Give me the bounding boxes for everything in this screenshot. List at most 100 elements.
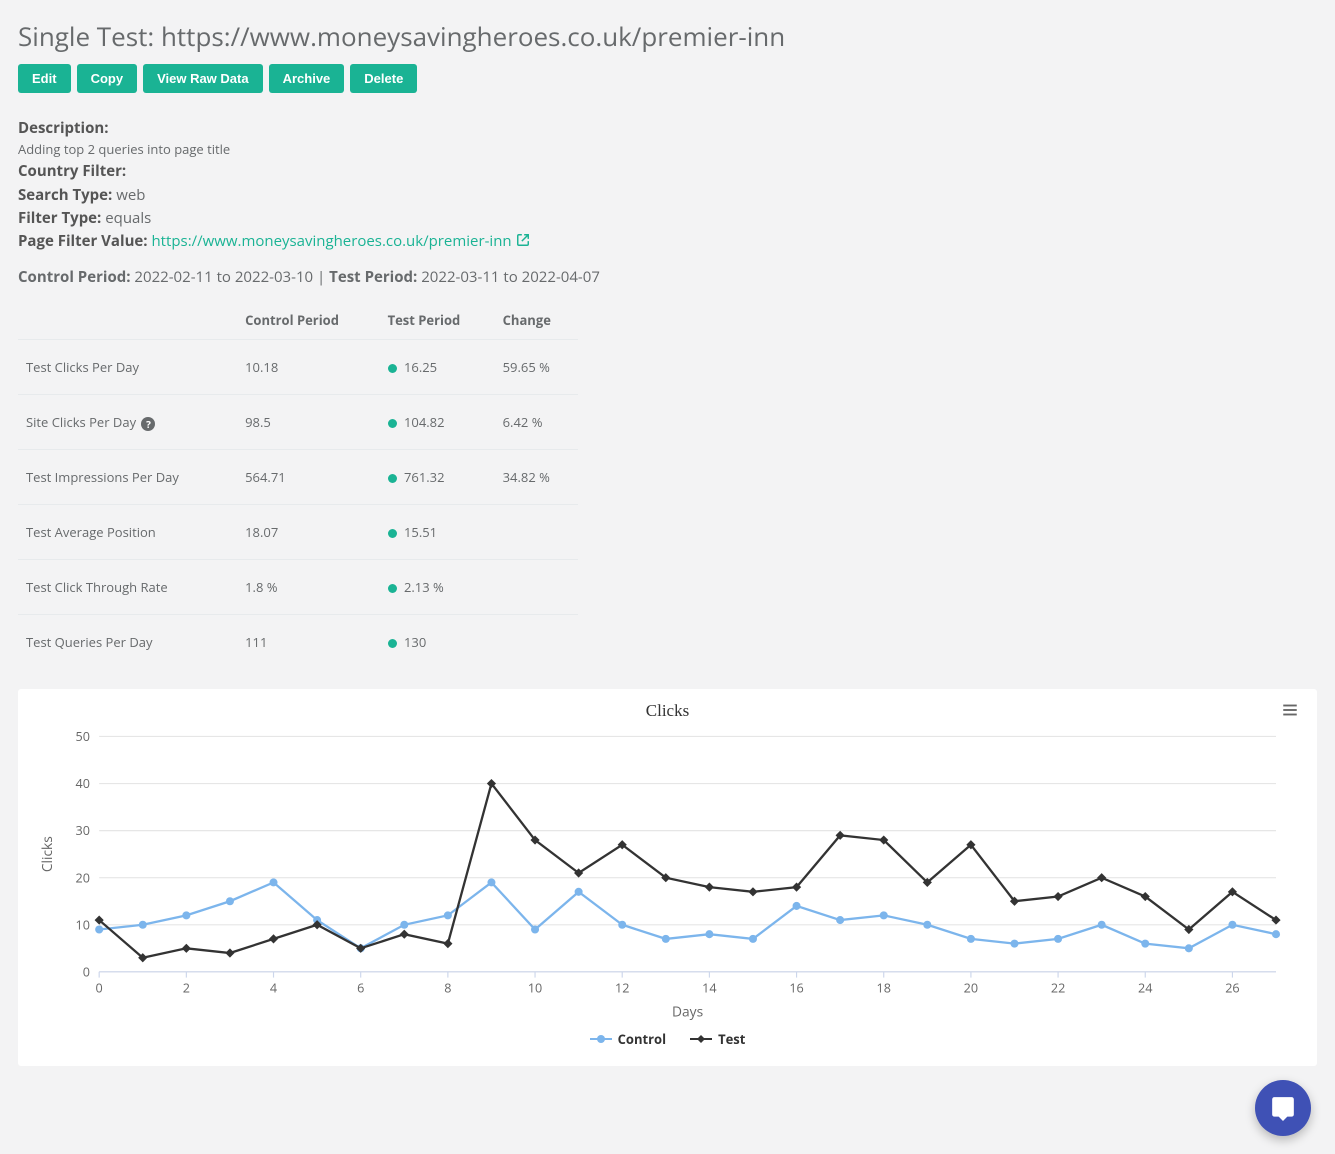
control-period-label: Control Period: <box>18 267 131 287</box>
status-dot-icon <box>388 419 397 428</box>
delete-button[interactable]: Delete <box>350 64 417 93</box>
svg-text:30: 30 <box>76 822 90 839</box>
svg-text:10: 10 <box>528 980 542 997</box>
metric-name: Test Average Position <box>18 505 237 560</box>
filter-type-value: equals <box>105 208 151 228</box>
archive-button[interactable]: Archive <box>269 64 345 93</box>
table-row: Site Clicks Per Day ?98.5 104.826.42 % <box>18 395 578 450</box>
metric-change-value <box>495 615 578 670</box>
metric-change-value: 6.42 % <box>495 395 578 450</box>
clicks-chart[interactable]: 0102030405002468101214161820222426DaysCl… <box>36 725 1299 1024</box>
metric-name: Test Clicks Per Day <box>18 340 237 395</box>
svg-text:20: 20 <box>964 980 978 997</box>
chart-menu-button[interactable] <box>1281 701 1299 723</box>
svg-text:18: 18 <box>877 980 891 997</box>
period-line: Control Period: 2022-02-11 to 2022-03-10… <box>18 267 1317 287</box>
metric-test-value: 15.51 <box>380 505 495 560</box>
metric-control-value: 98.5 <box>237 395 379 450</box>
legend-label-test: Test <box>718 1030 745 1048</box>
status-dot-icon <box>388 364 397 373</box>
country-filter-label: Country Filter: <box>18 161 126 181</box>
svg-text:2: 2 <box>183 980 190 997</box>
metric-control-value: 18.07 <box>237 505 379 560</box>
metrics-table: Control Period Test Period Change Test C… <box>18 301 578 669</box>
svg-text:Days: Days <box>672 1003 703 1022</box>
svg-text:20: 20 <box>76 870 90 887</box>
metric-control-value: 1.8 % <box>237 560 379 615</box>
page-filter-label: Page Filter Value: <box>18 231 148 251</box>
svg-text:8: 8 <box>444 980 451 997</box>
legend-test[interactable]: Test <box>690 1030 745 1048</box>
legend-label-control: Control <box>618 1030 666 1048</box>
metric-name: Test Click Through Rate <box>18 560 237 615</box>
search-type-value: web <box>116 185 145 205</box>
meta-block: Description: Adding top 2 queries into p… <box>18 117 1317 253</box>
chart-title: Clicks <box>36 701 1299 721</box>
metric-change-value: 34.82 % <box>495 450 578 505</box>
table-row: Test Queries Per Day111 130 <box>18 615 578 670</box>
svg-text:12: 12 <box>615 980 629 997</box>
control-period-value: 2022-02-11 to 2022-03-10 <box>134 267 313 287</box>
filter-type-label: Filter Type: <box>18 208 101 228</box>
metric-test-value: 16.25 <box>380 340 495 395</box>
metric-name: Test Queries Per Day <box>18 615 237 670</box>
table-row: Test Click Through Rate1.8 % 2.13 % <box>18 560 578 615</box>
chat-help-button[interactable] <box>1255 1080 1311 1136</box>
svg-text:16: 16 <box>789 980 803 997</box>
table-row: Test Impressions Per Day564.71 761.3234.… <box>18 450 578 505</box>
hamburger-icon <box>1281 701 1299 719</box>
svg-text:10: 10 <box>76 917 90 934</box>
table-row: Test Average Position18.07 15.51 <box>18 505 578 560</box>
svg-text:24: 24 <box>1138 980 1152 997</box>
page-title: Single Test: https://www.moneysavinghero… <box>18 18 1317 54</box>
metrics-header-row: Control Period Test Period Change <box>18 301 578 340</box>
svg-text:26: 26 <box>1225 980 1239 997</box>
metric-test-value: 130 <box>380 615 495 670</box>
metric-change-value: 59.65 % <box>495 340 578 395</box>
chart-legend: Control Test <box>36 1030 1299 1048</box>
period-separator: | <box>317 267 329 287</box>
metric-change-value <box>495 560 578 615</box>
page-filter-link[interactable]: https://www.moneysavingheroes.co.uk/prem… <box>151 231 529 251</box>
page-filter-url: https://www.moneysavingheroes.co.uk/prem… <box>151 231 511 251</box>
svg-text:6: 6 <box>357 980 364 997</box>
action-button-row: Edit Copy View Raw Data Archive Delete <box>18 64 1317 93</box>
legend-control[interactable]: Control <box>590 1030 666 1048</box>
svg-text:4: 4 <box>270 980 277 997</box>
metric-change-value <box>495 505 578 560</box>
metric-test-value: 2.13 % <box>380 560 495 615</box>
edit-button[interactable]: Edit <box>18 64 71 93</box>
metrics-header-control: Control Period <box>237 301 379 340</box>
search-type-label: Search Type: <box>18 185 112 205</box>
svg-text:50: 50 <box>76 728 90 745</box>
metric-control-value: 564.71 <box>237 450 379 505</box>
svg-text:40: 40 <box>76 775 90 792</box>
test-period-value: 2022-03-11 to 2022-04-07 <box>421 267 600 287</box>
metrics-header-metric <box>18 301 237 340</box>
metric-name: Site Clicks Per Day ? <box>18 395 237 450</box>
info-icon[interactable]: ? <box>141 417 155 431</box>
status-dot-icon <box>388 474 397 483</box>
view-raw-data-button[interactable]: View Raw Data <box>143 64 263 93</box>
copy-button[interactable]: Copy <box>77 64 138 93</box>
metrics-header-change: Change <box>495 301 578 340</box>
svg-text:22: 22 <box>1051 980 1065 997</box>
external-link-icon <box>516 233 530 247</box>
metric-control-value: 111 <box>237 615 379 670</box>
test-period-label: Test Period: <box>329 267 417 287</box>
metric-name: Test Impressions Per Day <box>18 450 237 505</box>
table-row: Test Clicks Per Day10.18 16.2559.65 % <box>18 340 578 395</box>
metric-test-value: 761.32 <box>380 450 495 505</box>
svg-text:0: 0 <box>83 964 90 981</box>
metrics-header-test: Test Period <box>380 301 495 340</box>
svg-text:0: 0 <box>96 980 103 997</box>
chat-icon <box>1270 1095 1296 1121</box>
status-dot-icon <box>388 639 397 648</box>
description-label: Description: <box>18 118 109 138</box>
svg-text:Clicks: Clicks <box>38 836 57 872</box>
svg-text:14: 14 <box>702 980 716 997</box>
legend-marker-test <box>690 1033 712 1045</box>
status-dot-icon <box>388 584 397 593</box>
legend-marker-control <box>590 1033 612 1045</box>
metric-control-value: 10.18 <box>237 340 379 395</box>
